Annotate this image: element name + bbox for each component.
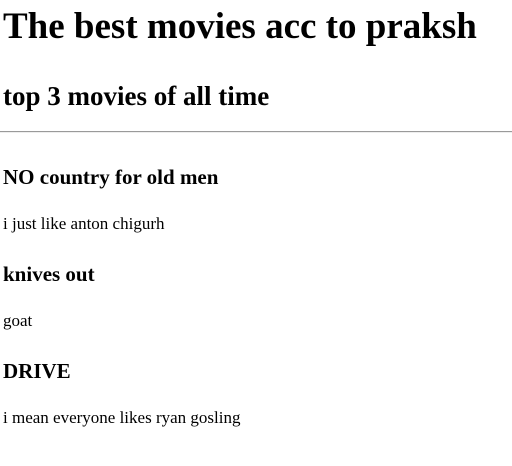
divider [0, 131, 512, 133]
movie-title: NO country for old men [3, 165, 219, 189]
movie-description: i just like anton chigurh [3, 214, 165, 233]
movie-description: goat [3, 311, 33, 330]
page-subtitle: top 3 movies of all time [3, 81, 270, 111]
movie-title: knives out [3, 262, 95, 286]
page-title: The best movies acc to praksh [3, 6, 477, 47]
movie-title: DRIVE [3, 359, 71, 383]
movie-description: i mean everyone likes ryan gosling [3, 408, 241, 427]
